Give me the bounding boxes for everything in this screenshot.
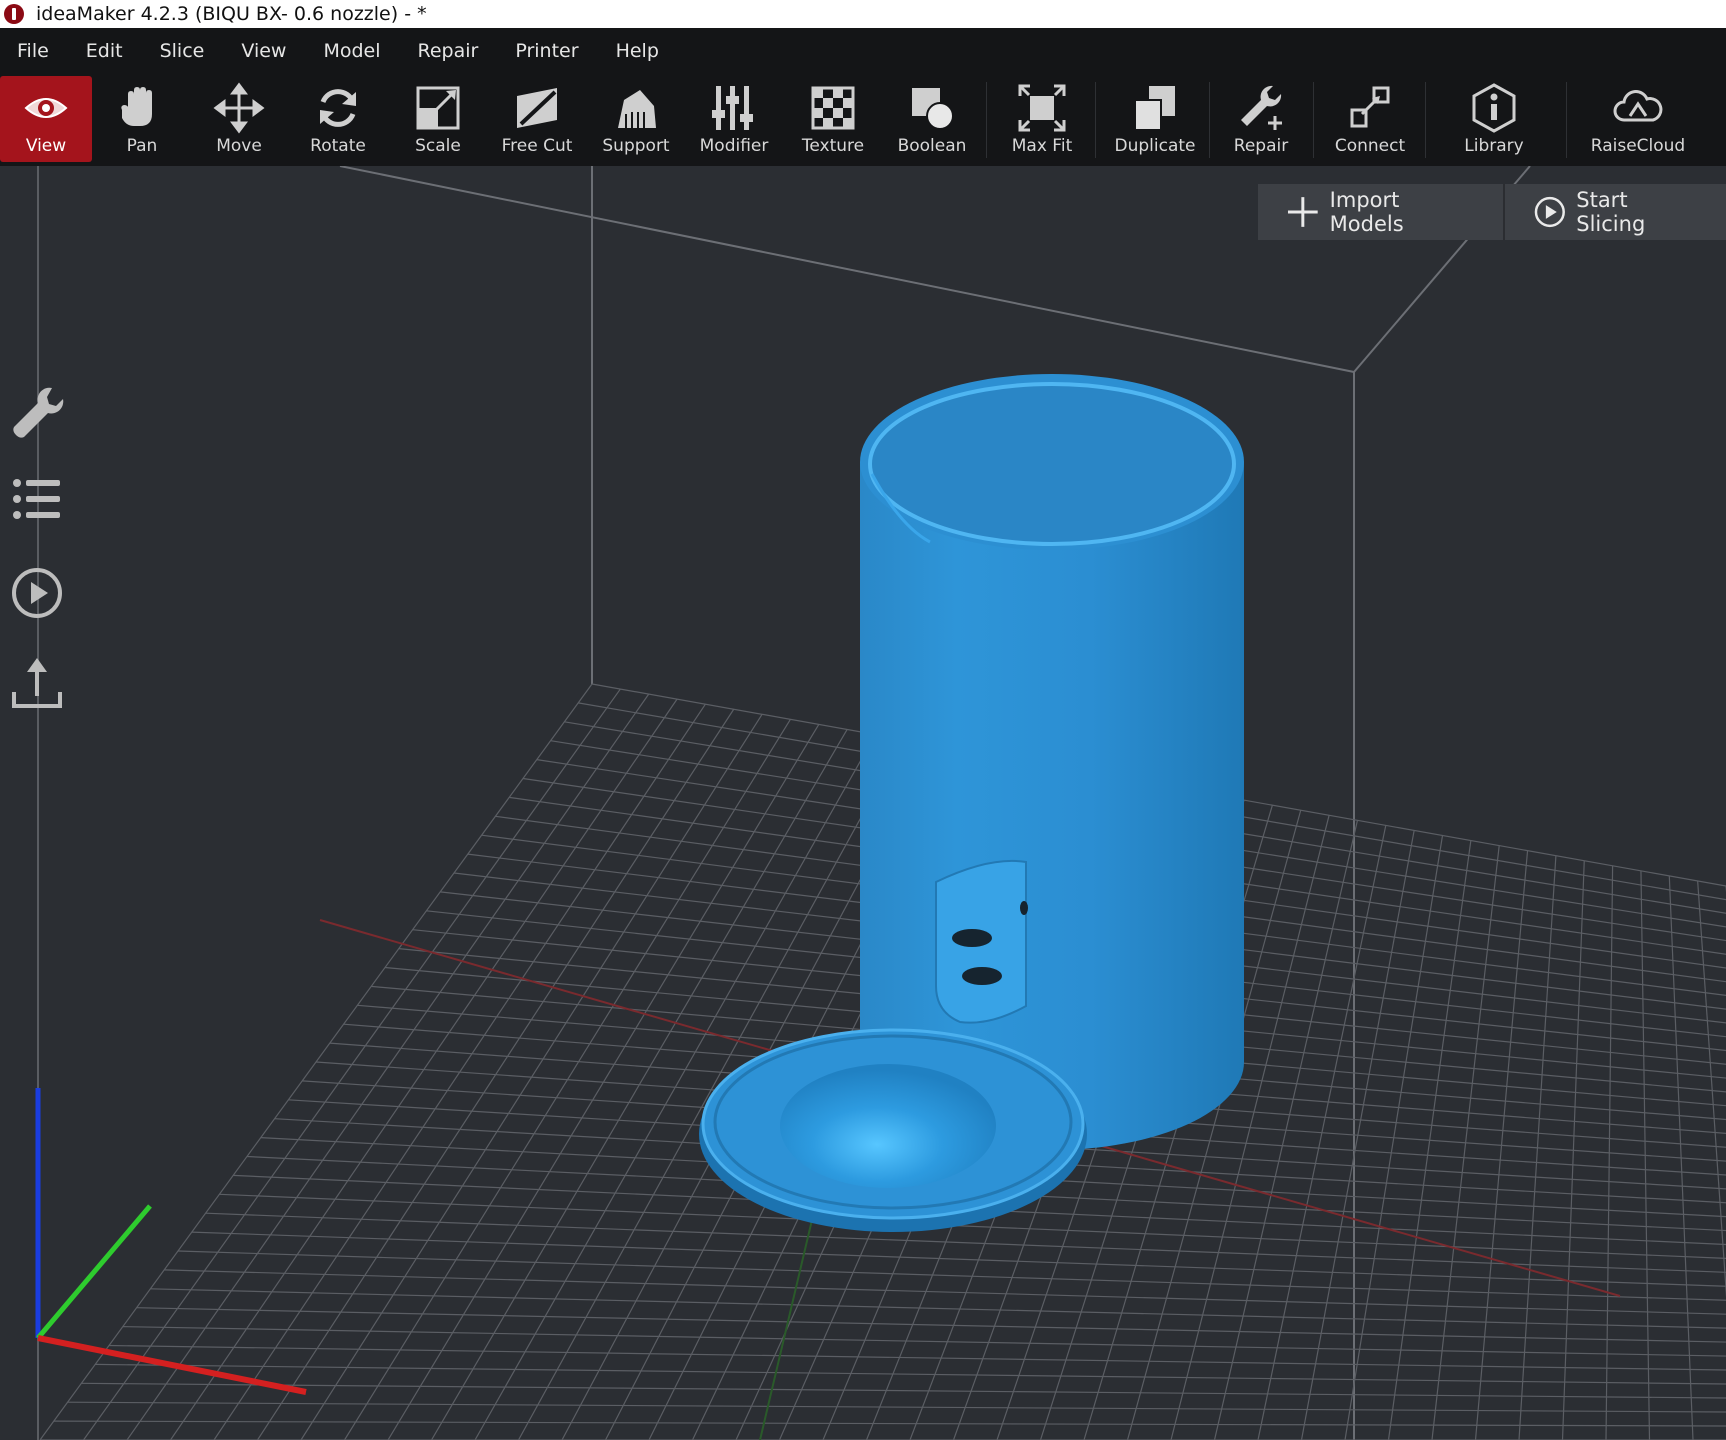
max-fit-icon	[1018, 84, 1066, 132]
tool-label: View	[25, 136, 67, 156]
tool-label: Free Cut	[501, 136, 573, 156]
toolbar-divider	[1313, 82, 1314, 158]
texture-icon	[811, 86, 855, 130]
tool-max-fit-button[interactable]: Max Fit	[996, 76, 1088, 162]
tool-label: Max Fit	[1011, 136, 1073, 156]
hand-icon	[121, 87, 152, 126]
wrench-icon[interactable]	[8, 384, 66, 442]
window-title: ideaMaker 4.2.3 (BIQU BX- 0.6 nozzle) - …	[36, 3, 427, 25]
tool-label: Repair	[1233, 136, 1289, 156]
tool-label: Move	[216, 136, 262, 156]
cloud-icon	[1613, 90, 1663, 122]
tool-support-button[interactable]: Support	[590, 76, 682, 162]
tool-free-cut-button[interactable]: Free Cut	[491, 76, 583, 162]
library-icon	[1472, 83, 1516, 133]
tool-library-button[interactable]: Library	[1448, 76, 1540, 162]
start-slicing-label: Start Slicing	[1576, 188, 1646, 236]
repair-wrench-icon	[1241, 85, 1282, 130]
menu-slice[interactable]: Slice	[143, 40, 225, 62]
toolbar-divider	[1425, 82, 1426, 158]
tool-move-button[interactable]: Move	[193, 76, 285, 162]
menu-edit[interactable]: Edit	[69, 40, 143, 62]
menu-help[interactable]: Help	[599, 40, 679, 62]
plus-icon	[1287, 197, 1318, 227]
grid-line	[53, 1420, 1726, 1427]
tool-label: RaiseCloud	[1590, 136, 1686, 156]
connect-icon	[1350, 86, 1390, 128]
tool-texture-button[interactable]: Texture	[787, 76, 879, 162]
play-icon[interactable]	[8, 564, 66, 622]
duplicate-icon	[1134, 86, 1175, 131]
modifier-icon	[712, 86, 753, 130]
toolbar-divider	[1095, 82, 1096, 158]
menu-view[interactable]: View	[224, 40, 306, 62]
window-title-bar: ideaMaker 4.2.3 (BIQU BX- 0.6 nozzle) - …	[0, 0, 1726, 28]
tool-label: Texture	[801, 136, 865, 156]
grid-line	[136, 1307, 1726, 1343]
start-slicing-button[interactable]: Start Slicing	[1505, 184, 1726, 240]
boolean-icon	[912, 88, 954, 130]
toolbar-divider	[1209, 82, 1210, 158]
tool-label: Duplicate	[1114, 136, 1196, 156]
tool-modifier-button[interactable]: Modifier	[688, 76, 780, 162]
3d-viewport[interactable]	[0, 166, 1726, 1440]
tool-pan-button[interactable]: Pan	[96, 76, 188, 162]
menu-file[interactable]: File	[0, 40, 69, 62]
import-models-button[interactable]: Import Models	[1258, 184, 1503, 240]
tool-label: Connect	[1334, 136, 1406, 156]
free-cut-icon	[517, 88, 557, 128]
grid-line	[67, 1401, 1726, 1413]
scene-canvas[interactable]	[0, 166, 1726, 1440]
tool-duplicate-button[interactable]: Duplicate	[1105, 76, 1205, 162]
tool-view-button[interactable]: View	[0, 76, 92, 162]
tool-label: Modifier	[699, 136, 769, 156]
tool-label: Pan	[126, 136, 158, 156]
toolbar-divider	[986, 82, 987, 158]
tool-label: Support	[602, 136, 670, 156]
scale-icon	[416, 86, 460, 130]
tool-scale-button[interactable]: Scale	[392, 76, 484, 162]
app-logo-icon	[4, 4, 24, 24]
list-icon[interactable]	[8, 471, 66, 529]
grid-line	[150, 1288, 1726, 1329]
main-toolbar: View Pan Move Rotate Scale Free Cut Supp…	[0, 74, 1726, 167]
tool-label: Library	[1464, 136, 1524, 156]
play-circle-icon	[1534, 196, 1565, 228]
eye-icon	[24, 98, 68, 118]
upload-icon[interactable]	[8, 656, 66, 714]
tool-raisecloud-button[interactable]: RaiseCloud	[1588, 76, 1688, 162]
action-bar: Import Models Start Slicing	[1258, 184, 1726, 240]
tool-boolean-button[interactable]: Boolean	[886, 76, 978, 162]
move-arrows-icon	[213, 82, 265, 134]
plate-y-guide	[759, 1185, 821, 1440]
support-icon	[618, 90, 656, 128]
tool-label: Scale	[415, 136, 461, 156]
tool-rotate-button[interactable]: Rotate	[292, 76, 384, 162]
menu-bar: File Edit Slice View Model Repair Printe…	[0, 28, 1726, 74]
rotate-icon	[320, 89, 356, 127]
tool-connect-button[interactable]: Connect	[1324, 76, 1416, 162]
toolbar-divider	[1566, 82, 1567, 158]
tool-label: Boolean	[897, 136, 967, 156]
lid-model[interactable]	[699, 1028, 1087, 1232]
tool-label: Rotate	[310, 136, 366, 156]
menu-printer[interactable]: Printer	[498, 40, 598, 62]
menu-repair[interactable]: Repair	[401, 40, 499, 62]
tool-repair-button[interactable]: Repair	[1215, 76, 1307, 162]
import-models-label: Import Models	[1329, 188, 1404, 236]
menu-model[interactable]: Model	[306, 40, 400, 62]
